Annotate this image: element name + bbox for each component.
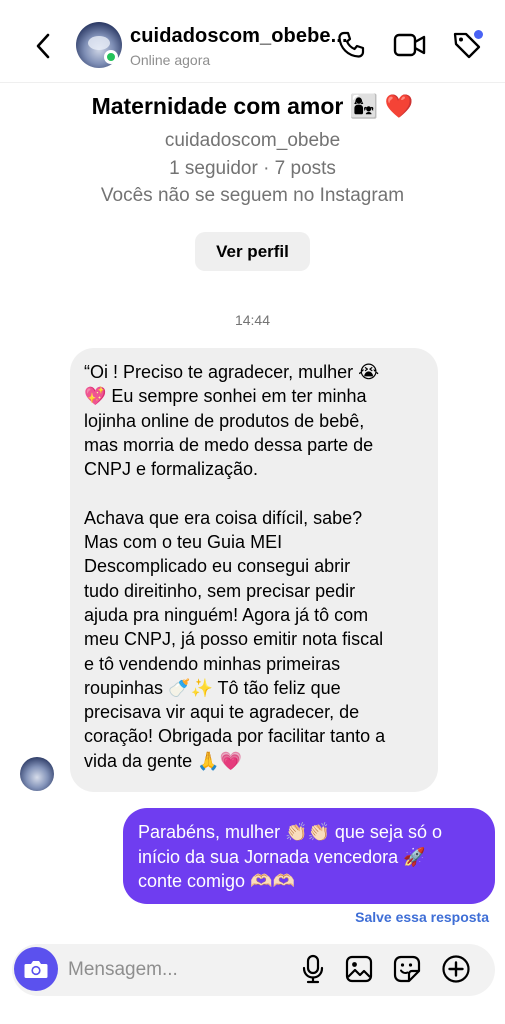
- profile-title-emoji: 👩‍👧: [349, 93, 379, 119]
- online-indicator: [104, 50, 118, 64]
- profile-handle: cuidadoscom_obebe: [164, 130, 341, 151]
- sender-avatar[interactable]: [20, 757, 54, 791]
- microphone-icon[interactable]: [297, 953, 329, 985]
- header-username[interactable]: cuidadoscom_obebe...: [130, 25, 348, 48]
- profile-stats: 1 seguidor · 7 posts: [169, 158, 336, 179]
- video-camera-icon[interactable]: [393, 28, 427, 62]
- incoming-message-bubble[interactable]: “Oi ! Preciso te agradecer, mulher 😭 💖 E…: [70, 348, 438, 792]
- profile-title-heart: ❤️: [384, 93, 414, 119]
- notification-dot: [474, 30, 483, 39]
- profile-title-text: Maternidade com amor: [91, 93, 344, 119]
- sticker-icon[interactable]: [391, 953, 423, 985]
- header-status: Online agora: [130, 52, 211, 68]
- back-chevron-icon[interactable]: [28, 28, 58, 64]
- message-input[interactable]: [68, 955, 288, 985]
- follow-note: Vocês não se seguem no Instagram: [100, 185, 405, 206]
- message-timestamp: 14:44: [234, 312, 271, 328]
- camera-icon[interactable]: [14, 947, 58, 991]
- profile-title: Maternidade com amor 👩‍👧 ❤️: [0, 93, 505, 120]
- image-icon[interactable]: [343, 953, 375, 985]
- add-plus-icon[interactable]: [440, 953, 472, 985]
- view-profile-button[interactable]: Ver perfil: [195, 232, 310, 271]
- chat-header: cuidadoscom_obebe... Online agora: [0, 0, 505, 83]
- phone-icon[interactable]: [334, 28, 368, 62]
- outgoing-message-bubble[interactable]: Parabéns, mulher 👏🏻👏🏻 que seja só o iníc…: [123, 808, 495, 904]
- save-reply-link[interactable]: Salve essa resposta: [355, 909, 489, 925]
